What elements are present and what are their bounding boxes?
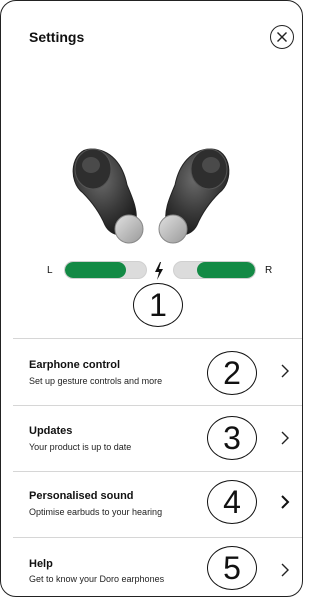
right-label: R <box>265 265 273 276</box>
close-icon <box>277 32 287 42</box>
menu-item-title: Updates <box>29 425 73 437</box>
chevron-right-icon <box>281 431 289 445</box>
right-battery-fill <box>196 262 255 278</box>
menu-item-subtitle: Optimise earbuds to your hearing <box>29 507 163 517</box>
chevron-right-icon <box>281 364 289 378</box>
right-battery-bar <box>173 261 256 279</box>
chevron-right-icon <box>281 563 289 577</box>
menu-item-title: Help <box>29 558 53 570</box>
callout-marker-3: 3 <box>207 416 257 460</box>
lightning-bolt-icon <box>155 262 163 280</box>
menu-item-personalised-sound[interactable]: Personalised sound Optimise earbuds to y… <box>1 472 302 538</box>
menu-item-title: Personalised sound <box>29 490 134 502</box>
menu-item-earphone-control[interactable]: Earphone control Set up gesture controls… <box>1 339 302 405</box>
battery-status: L R <box>1 259 302 283</box>
left-label: L <box>47 265 53 276</box>
callout-marker-2: 2 <box>207 351 257 395</box>
callout-marker-1: 1 <box>133 283 183 327</box>
chevron-right-icon <box>281 495 290 509</box>
close-button[interactable] <box>270 25 294 49</box>
menu-item-help[interactable]: Help Get to know your Doro earphones 5 <box>1 538 302 596</box>
menu-item-title: Earphone control <box>29 359 121 371</box>
left-earbud <box>72 148 144 244</box>
menu-item-subtitle: Get to know your Doro earphones <box>29 574 165 584</box>
settings-screen: Settings L R 1 Earphone control Set up g… <box>0 0 303 597</box>
left-battery-fill <box>65 262 126 278</box>
page-title: Settings <box>29 29 85 45</box>
left-battery-bar <box>64 261 147 279</box>
menu-item-subtitle: Your product is up to date <box>29 442 132 452</box>
right-earbud <box>158 148 230 244</box>
callout-marker-5: 5 <box>207 546 257 590</box>
earbuds-image <box>72 148 230 244</box>
callout-marker-4: 4 <box>207 480 257 524</box>
menu-item-updates[interactable]: Updates Your product is up to date 3 <box>1 406 302 472</box>
menu-item-subtitle: Set up gesture controls and more <box>29 376 163 386</box>
